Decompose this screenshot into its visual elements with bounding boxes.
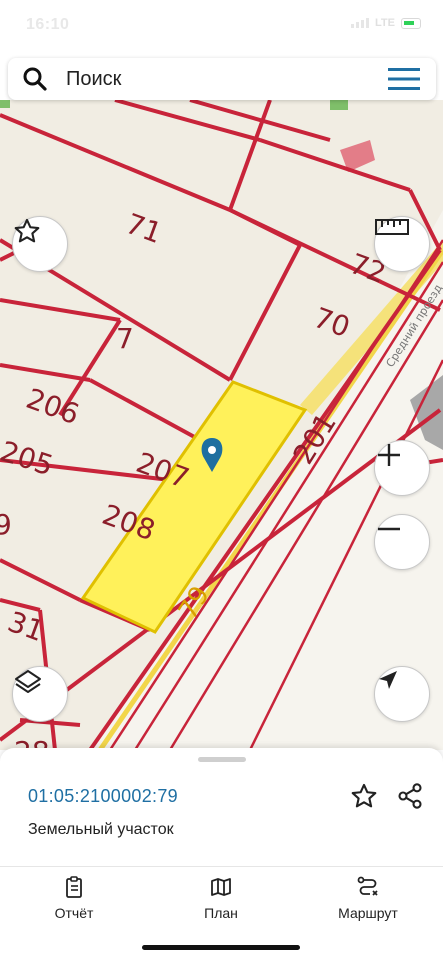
favorite-button[interactable] — [350, 782, 378, 810]
zoom-in-button[interactable] — [374, 440, 430, 496]
ruler-icon — [375, 219, 409, 235]
sheet-handle[interactable] — [198, 757, 246, 762]
signal-icon — [351, 18, 370, 28]
star-icon — [14, 218, 40, 243]
plot-label: 9 — [0, 508, 12, 541]
bottom-nav: Отчёт План Маршрут — [0, 866, 443, 960]
route-icon — [357, 876, 378, 896]
network-label: LTE — [375, 17, 395, 29]
menu-icon[interactable] — [388, 67, 420, 91]
plot-info-sheet[interactable]: 01:05:2100002:79 — [0, 748, 443, 866]
search-icon[interactable] — [22, 66, 48, 92]
nav-plan-label: План — [204, 905, 238, 921]
minus-icon — [378, 527, 400, 531]
cadastral-number: 01:05:2100002:79 — [28, 786, 178, 806]
nav-route-label: Маршрут — [338, 905, 398, 921]
ruler-button[interactable] — [374, 216, 430, 272]
battery-icon — [401, 17, 421, 29]
search-bar[interactable]: Поиск — [8, 58, 436, 100]
nav-route[interactable]: Маршрут — [318, 875, 418, 921]
nav-plan[interactable]: План — [171, 875, 271, 921]
status-time: 16:10 — [26, 16, 70, 33]
nav-report[interactable]: Отчёт — [24, 875, 124, 921]
plus-icon — [378, 444, 400, 466]
nav-report-label: Отчёт — [54, 905, 94, 921]
map-icon — [211, 878, 231, 896]
share-button[interactable] — [396, 782, 424, 810]
favorite-map-button[interactable] — [12, 216, 68, 272]
map-view[interactable]: Средний проезд 71 72 7 70 206 201 205 20… — [0, 100, 443, 750]
my-location-button[interactable] — [374, 666, 430, 722]
zoom-out-button[interactable] — [374, 514, 430, 570]
status-bar: 16:10 LTE — [0, 0, 443, 52]
clipboard-icon — [66, 876, 82, 898]
plot-type: Земельный участок — [28, 821, 174, 838]
plot-label: 7 — [116, 322, 134, 355]
navigation-arrow-icon — [379, 671, 397, 689]
layers-icon — [15, 670, 41, 693]
search-input[interactable]: Поиск — [66, 68, 121, 91]
status-icons: LTE — [351, 17, 421, 29]
home-indicator[interactable] — [142, 945, 300, 950]
layers-button[interactable] — [12, 666, 68, 722]
